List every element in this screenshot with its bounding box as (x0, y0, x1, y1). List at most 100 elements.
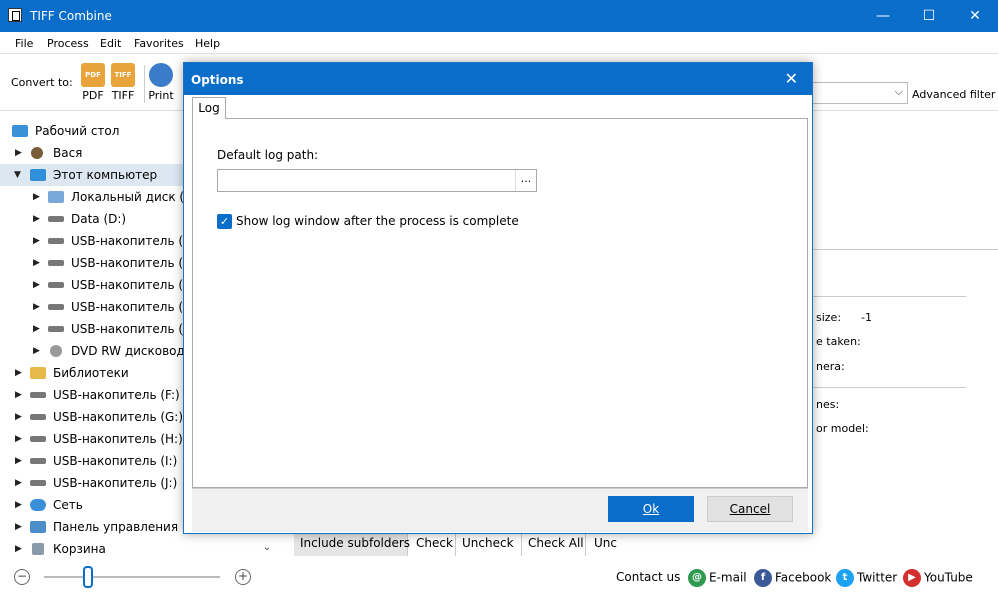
twitter-label: Twitter (857, 570, 898, 585)
expand-arrow-icon[interactable]: ▶ (15, 538, 25, 560)
twitter-link[interactable]: t Twitter (836, 569, 897, 587)
chevron-down-icon: ⌵ (894, 85, 903, 98)
menu-edit[interactable]: Edit (100, 37, 121, 50)
printer-icon (149, 63, 173, 87)
tree-item-label: USB-накопитель (H (71, 278, 193, 292)
maximize-button[interactable]: ☐ (906, 0, 952, 32)
facebook-link[interactable]: f Facebook (754, 569, 831, 587)
expand-arrow-icon[interactable]: ▶ (15, 516, 25, 538)
property-size-label: size: (816, 311, 842, 324)
filter-combo[interactable]: ⌵ (812, 82, 908, 104)
convert-pdf-button[interactable]: PDF PDF (78, 63, 108, 109)
zoom-slider-track[interactable] (44, 576, 220, 578)
convert-to-label: Convert to: (11, 76, 73, 89)
ok-button[interactable]: Ok (608, 496, 694, 522)
facebook-icon: f (754, 569, 772, 587)
log-path-label: Default log path: (217, 148, 319, 162)
options-dialog: Options ✕ Log Default log path: ... ✓ Sh… (183, 62, 813, 534)
expand-arrow-icon[interactable]: ▶ (15, 428, 25, 450)
expand-arrow-icon[interactable]: ▶ (15, 362, 25, 384)
browse-button[interactable]: ... (515, 170, 536, 191)
youtube-label: YouTube (924, 570, 973, 585)
window-title: TIFF Combine (30, 9, 112, 23)
tree-item-label: USB-накопитель (I: (71, 300, 191, 314)
property-names-label: nes: (816, 398, 840, 411)
drive-icon (48, 216, 64, 222)
convert-tiff-button[interactable]: TIFF TIFF (108, 63, 138, 109)
tree-item-label: Вася (53, 146, 83, 160)
tree-item-label: Сеть (53, 498, 83, 512)
expand-arrow-icon[interactable]: ▶ (33, 230, 43, 252)
print-button[interactable]: Print (146, 63, 176, 109)
email-link[interactable]: @ E-mail (688, 569, 747, 587)
expand-arrow-icon[interactable]: ▶ (15, 384, 25, 406)
email-icon: @ (688, 569, 706, 587)
tree-item-label: Рабочий стол (35, 124, 120, 138)
tree-item-label: USB-накопитель (J:) (53, 476, 178, 490)
expand-arrow-icon[interactable]: ▶ (33, 186, 43, 208)
show-log-checkbox-label[interactable]: Show log window after the process is com… (236, 214, 519, 228)
dialog-title-bar: Options ✕ (184, 63, 812, 95)
divider (812, 296, 966, 297)
uncheck-button[interactable]: Uncheck (456, 532, 522, 556)
twitter-icon: t (836, 569, 854, 587)
tree-item-label: USB-накопитель (G (71, 256, 193, 270)
include-subfolders-toggle[interactable]: Include subfolders (294, 532, 410, 556)
collapse-arrow-icon[interactable]: ▼ (14, 164, 24, 186)
expand-arrow-icon[interactable]: ▶ (15, 472, 25, 494)
menu-help[interactable]: Help (195, 37, 220, 50)
show-log-checkbox[interactable]: ✓ (217, 214, 232, 229)
expand-arrow-icon[interactable]: ▶ (15, 450, 25, 472)
drive-icon (48, 260, 64, 266)
tree-scroll-down-button[interactable]: ⌄ (258, 538, 276, 558)
drive-icon (30, 480, 46, 486)
menu-favorites[interactable]: Favorites (134, 37, 184, 50)
tree-item-recycle-bin[interactable]: ▶ Корзина (0, 538, 282, 560)
expand-arrow-icon[interactable]: ▶ (33, 318, 43, 340)
tree-item-label: Корзина (53, 542, 106, 556)
divider (812, 249, 998, 250)
check-all-button[interactable]: Check All (522, 532, 586, 556)
tiff-label: TIFF (111, 89, 135, 102)
drive-icon (48, 326, 64, 332)
close-button[interactable]: ✕ (952, 0, 998, 32)
tree-item-label: USB-накопитель (F:) (53, 388, 180, 402)
control-panel-icon (30, 521, 46, 533)
youtube-link[interactable]: ▶ YouTube (903, 569, 973, 587)
menu-file[interactable]: File (15, 37, 33, 50)
expand-arrow-icon[interactable]: ▶ (33, 208, 43, 230)
property-size-value: -1 (861, 311, 872, 324)
log-path-input[interactable]: ... (217, 169, 537, 192)
drive-icon (48, 304, 64, 310)
expand-arrow-icon[interactable]: ▶ (15, 406, 25, 428)
cancel-button[interactable]: Cancel (707, 496, 793, 522)
youtube-icon: ▶ (903, 569, 921, 587)
advanced-filter-link[interactable]: Advanced filter (912, 88, 995, 101)
zoom-in-button[interactable]: + (235, 569, 251, 585)
check-button[interactable]: Check (410, 532, 456, 556)
dialog-close-icon[interactable]: ✕ (785, 69, 798, 88)
facebook-label: Facebook (775, 570, 832, 585)
zoom-out-button[interactable]: − (14, 569, 30, 585)
toolbar-separator (144, 65, 145, 103)
tab-log[interactable]: Log (192, 97, 226, 119)
uncheck-all-button[interactable]: Unc (588, 532, 624, 556)
minimize-button[interactable]: — (860, 0, 906, 32)
expand-arrow-icon[interactable]: ▶ (33, 296, 43, 318)
expand-arrow-icon[interactable]: ▶ (15, 494, 25, 516)
title-bar: TIFF Combine — ☐ ✕ (0, 0, 998, 32)
expand-arrow-icon[interactable]: ▶ (15, 142, 25, 164)
recycle-bin-icon (32, 543, 44, 555)
contact-us-label: Contact us (616, 570, 681, 584)
expand-arrow-icon[interactable]: ▶ (33, 274, 43, 296)
pdf-label: PDF (82, 89, 104, 102)
tree-item-label: Этот компьютер (53, 168, 158, 182)
expand-arrow-icon[interactable]: ▶ (33, 340, 43, 362)
menu-process[interactable]: Process (47, 37, 89, 50)
expand-arrow-icon[interactable]: ▶ (33, 252, 43, 274)
zoom-slider-thumb[interactable] (83, 566, 93, 588)
tree-item-label: USB-накопитель (H:) (53, 432, 183, 446)
tree-item-label: DVD RW дисковод ( (71, 344, 194, 358)
tree-item-label: Data (D:) (71, 212, 127, 226)
divider (812, 387, 966, 388)
